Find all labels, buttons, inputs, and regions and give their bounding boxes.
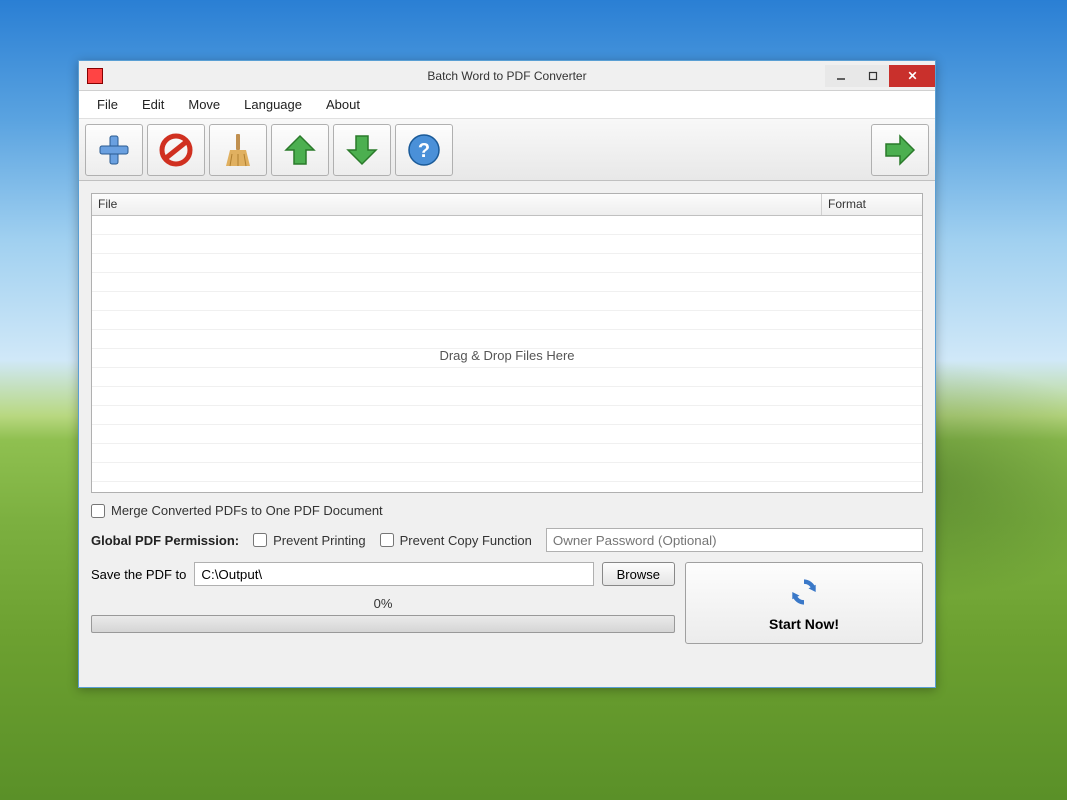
help-button[interactable]: ? xyxy=(395,124,453,176)
minimize-icon xyxy=(836,71,846,81)
arrow-right-icon xyxy=(880,130,920,170)
titlebar[interactable]: Batch Word to PDF Converter xyxy=(79,61,935,91)
save-path-row: Save the PDF to Browse xyxy=(91,562,675,586)
merge-checkbox[interactable] xyxy=(91,504,105,518)
save-path-input[interactable] xyxy=(194,562,593,586)
file-table[interactable]: File Format Drag & Drop Files Here xyxy=(91,193,923,493)
prevent-print-label: Prevent Printing xyxy=(273,533,366,548)
progress-text: 0% xyxy=(374,596,393,611)
owner-password-input[interactable] xyxy=(546,528,923,552)
menubar: File Edit Move Language About xyxy=(79,91,935,119)
prevent-copy-checkbox[interactable] xyxy=(380,533,394,547)
arrow-down-icon xyxy=(342,130,382,170)
arrow-up-icon xyxy=(280,130,320,170)
column-format[interactable]: Format xyxy=(822,194,922,215)
broom-icon xyxy=(218,130,258,170)
prevent-copy-label: Prevent Copy Function xyxy=(400,533,532,548)
merge-row: Merge Converted PDFs to One PDF Document xyxy=(91,503,923,518)
prevent-print-checkbox[interactable] xyxy=(253,533,267,547)
app-icon xyxy=(87,68,103,84)
refresh-icon xyxy=(786,574,822,610)
start-label: Start Now! xyxy=(769,616,839,632)
permission-label: Global PDF Permission: xyxy=(91,533,239,548)
table-body[interactable]: Drag & Drop Files Here xyxy=(92,216,922,492)
progress-area: 0% xyxy=(91,596,675,633)
forbidden-icon xyxy=(156,130,196,170)
start-button[interactable]: Start Now! xyxy=(685,562,923,644)
app-window: Batch Word to PDF Converter File Edit Mo… xyxy=(78,60,936,688)
convert-button[interactable] xyxy=(871,124,929,176)
maximize-icon xyxy=(868,71,878,81)
remove-button[interactable] xyxy=(147,124,205,176)
save-path-label: Save the PDF to xyxy=(91,567,186,582)
help-icon: ? xyxy=(404,130,444,170)
window-controls xyxy=(825,65,935,87)
browse-button[interactable]: Browse xyxy=(602,562,675,586)
menu-move[interactable]: Move xyxy=(178,93,230,116)
close-button[interactable] xyxy=(889,65,935,87)
plus-icon xyxy=(94,130,134,170)
menu-language[interactable]: Language xyxy=(234,93,312,116)
merge-label: Merge Converted PDFs to One PDF Document xyxy=(111,503,383,518)
column-file[interactable]: File xyxy=(92,194,822,215)
permission-row: Global PDF Permission: Prevent Printing … xyxy=(91,528,923,552)
progress-bar xyxy=(91,615,675,633)
minimize-button[interactable] xyxy=(825,65,857,87)
move-down-button[interactable] xyxy=(333,124,391,176)
clear-button[interactable] xyxy=(209,124,267,176)
content-area: File Format Drag & Drop Files Here Merge… xyxy=(79,181,935,687)
add-button[interactable] xyxy=(85,124,143,176)
close-icon xyxy=(907,70,918,81)
maximize-button[interactable] xyxy=(857,65,889,87)
menu-edit[interactable]: Edit xyxy=(132,93,174,116)
drop-hint: Drag & Drop Files Here xyxy=(92,348,922,363)
save-left: Save the PDF to Browse 0% xyxy=(91,562,675,633)
save-row: Save the PDF to Browse 0% Start Now! xyxy=(91,562,923,644)
window-title: Batch Word to PDF Converter xyxy=(79,69,935,83)
move-up-button[interactable] xyxy=(271,124,329,176)
svg-text:?: ? xyxy=(418,140,430,162)
menu-file[interactable]: File xyxy=(87,93,128,116)
table-header: File Format xyxy=(92,194,922,216)
toolbar: ? xyxy=(79,119,935,181)
menu-about[interactable]: About xyxy=(316,93,370,116)
